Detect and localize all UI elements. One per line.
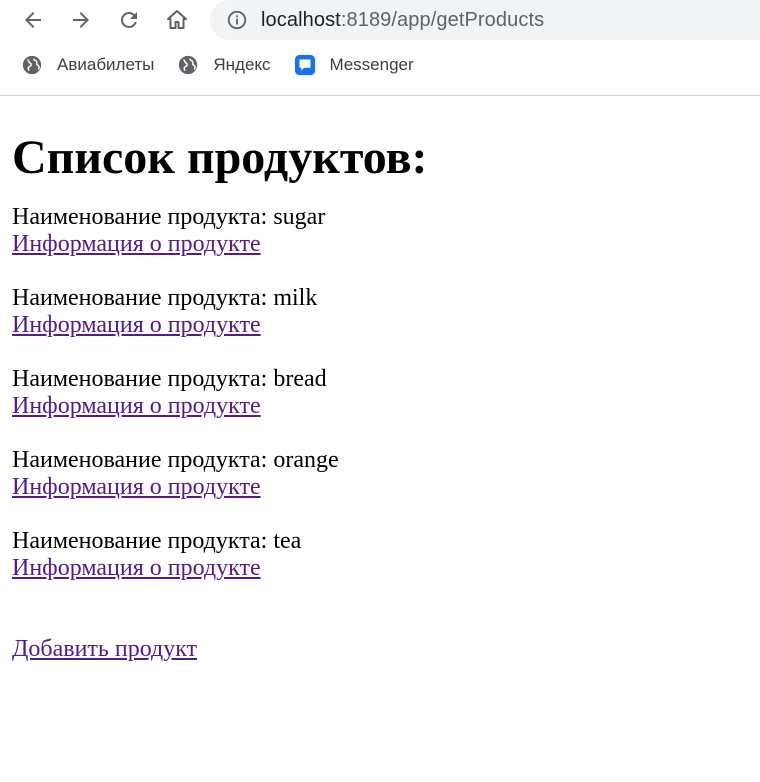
bookmarks-bar: Авиабилеты Яндекс Messenger (10, 45, 426, 85)
product-item: Наименование продукта: orange Информация… (12, 447, 748, 501)
product-item: Наименование продукта: milk Информация о… (12, 285, 748, 339)
back-button[interactable] (18, 5, 48, 35)
product-name: Наименование продукта: orange (12, 447, 339, 473)
home-button[interactable] (162, 5, 192, 35)
page-content: Список продуктов: Наименование продукта:… (0, 130, 760, 663)
browser-toolbar: localhost:8189/app/getProducts (0, 0, 760, 40)
url-host: localhost (261, 8, 341, 31)
product-name: Наименование продукта: sugar (12, 204, 326, 230)
globe-icon (177, 54, 199, 76)
home-icon (167, 10, 187, 29)
product-item: Наименование продукта: tea Информация о … (12, 528, 748, 582)
reload-icon (120, 11, 137, 28)
url-text: localhost:8189/app/getProducts (261, 9, 544, 32)
product-name: Наименование продукта: tea (12, 528, 302, 554)
add-product-link[interactable]: Добавить продукт (12, 636, 197, 663)
bookmark-aviabilety[interactable]: Авиабилеты (10, 47, 162, 83)
product-item: Наименование продукта: sugar Информация … (12, 204, 748, 258)
forward-button[interactable] (66, 5, 96, 35)
product-item: Наименование продукта: bread Информация … (12, 366, 748, 420)
product-info-link[interactable]: Информация о продукте (12, 474, 261, 500)
globe-icon (21, 54, 43, 76)
page-title: Список продуктов: (12, 131, 428, 184)
product-info-link[interactable]: Информация о продукте (12, 393, 261, 419)
product-info-link[interactable]: Информация о продукте (12, 555, 261, 581)
product-info-link[interactable]: Информация о продукте (12, 312, 261, 338)
back-arrow-icon (25, 12, 41, 28)
forward-arrow-icon (73, 12, 89, 28)
messenger-icon (294, 54, 316, 76)
reload-button[interactable] (114, 5, 144, 35)
bookmark-label: Яндекс (213, 55, 271, 74)
bookmark-yandex[interactable]: Яндекс (166, 47, 278, 83)
bookmark-label: Messenger (329, 55, 414, 74)
browser-chrome: localhost:8189/app/getProducts Авиабилет… (0, 0, 760, 96)
bookmark-messenger[interactable]: Messenger (283, 47, 422, 83)
product-name: Наименование продукта: bread (12, 366, 327, 392)
product-info-link[interactable]: Информация о продукте (12, 231, 261, 257)
info-icon[interactable] (226, 9, 248, 31)
bookmark-label: Авиабилеты (57, 55, 155, 74)
address-bar[interactable]: localhost:8189/app/getProducts (210, 0, 760, 40)
product-name: Наименование продукта: milk (12, 285, 318, 311)
url-path: :8189/app/getProducts (340, 8, 545, 31)
